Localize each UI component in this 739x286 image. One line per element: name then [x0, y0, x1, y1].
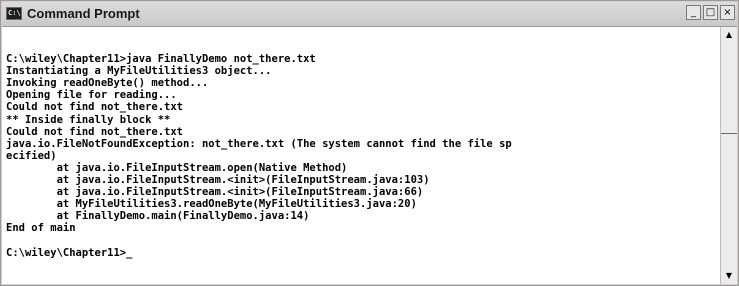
console-line: at FinallyDemo.main(FinallyDemo.java:14)	[6, 210, 310, 223]
scroll-up-arrow-icon[interactable]: ▲	[721, 27, 737, 43]
maximize-button[interactable]: □	[703, 5, 718, 20]
console-line: C:\wiley\Chapter11>java FinallyDemo not_…	[6, 53, 316, 66]
console-line: java.io.FileNotFoundException: not_there…	[6, 137, 512, 150]
window-title: Command Prompt	[27, 6, 140, 21]
console-line: Invoking readOneByte() method...	[6, 77, 209, 90]
console-text: C:\wiley\Chapter11>java FinallyDemo not_…	[2, 27, 720, 259]
vertical-scrollbar[interactable]: ▲ ▼	[720, 27, 737, 284]
console-line: at java.io.FileInputStream.<init>(FileIn…	[6, 186, 424, 199]
title-bar[interactable]: C:\ Command Prompt _ □ ×	[2, 2, 737, 27]
console-line: Could not find not_there.txt	[6, 101, 184, 114]
console-line: at java.io.FileInputStream.<init>(FileIn…	[6, 174, 430, 187]
console-line: C:\wiley\Chapter11>	[6, 246, 127, 259]
minimize-button[interactable]: _	[686, 5, 701, 20]
text-cursor: _	[126, 246, 133, 259]
window-controls: _ □ ×	[686, 5, 735, 20]
close-button[interactable]: ×	[720, 5, 735, 20]
console-line: Instantiating a MyFileUtilities3 object.…	[6, 65, 272, 78]
command-prompt-window: C:\ Command Prompt _ □ × C:\wiley\Chapte…	[0, 0, 739, 286]
console-line: ** Inside finally block **	[6, 113, 171, 126]
console-line: at java.io.FileInputStream.open(Native M…	[6, 161, 348, 174]
console-line: at MyFileUtilities3.readOneByte(MyFileUt…	[6, 198, 417, 211]
console-line: Could not find not_there.txt	[6, 125, 184, 138]
console-line: ecified)	[6, 149, 57, 162]
scroll-thumb[interactable]	[721, 133, 737, 134]
command-prompt-icon[interactable]: C:\	[6, 7, 22, 20]
console-lines: C:\wiley\Chapter11>java FinallyDemo not_…	[6, 53, 512, 259]
console-line: Opening file for reading...	[6, 89, 177, 102]
console-output[interactable]: C:\wiley\Chapter11>java FinallyDemo not_…	[2, 27, 720, 284]
scroll-down-arrow-icon[interactable]: ▼	[721, 268, 737, 284]
console-line: End of main	[6, 222, 76, 235]
